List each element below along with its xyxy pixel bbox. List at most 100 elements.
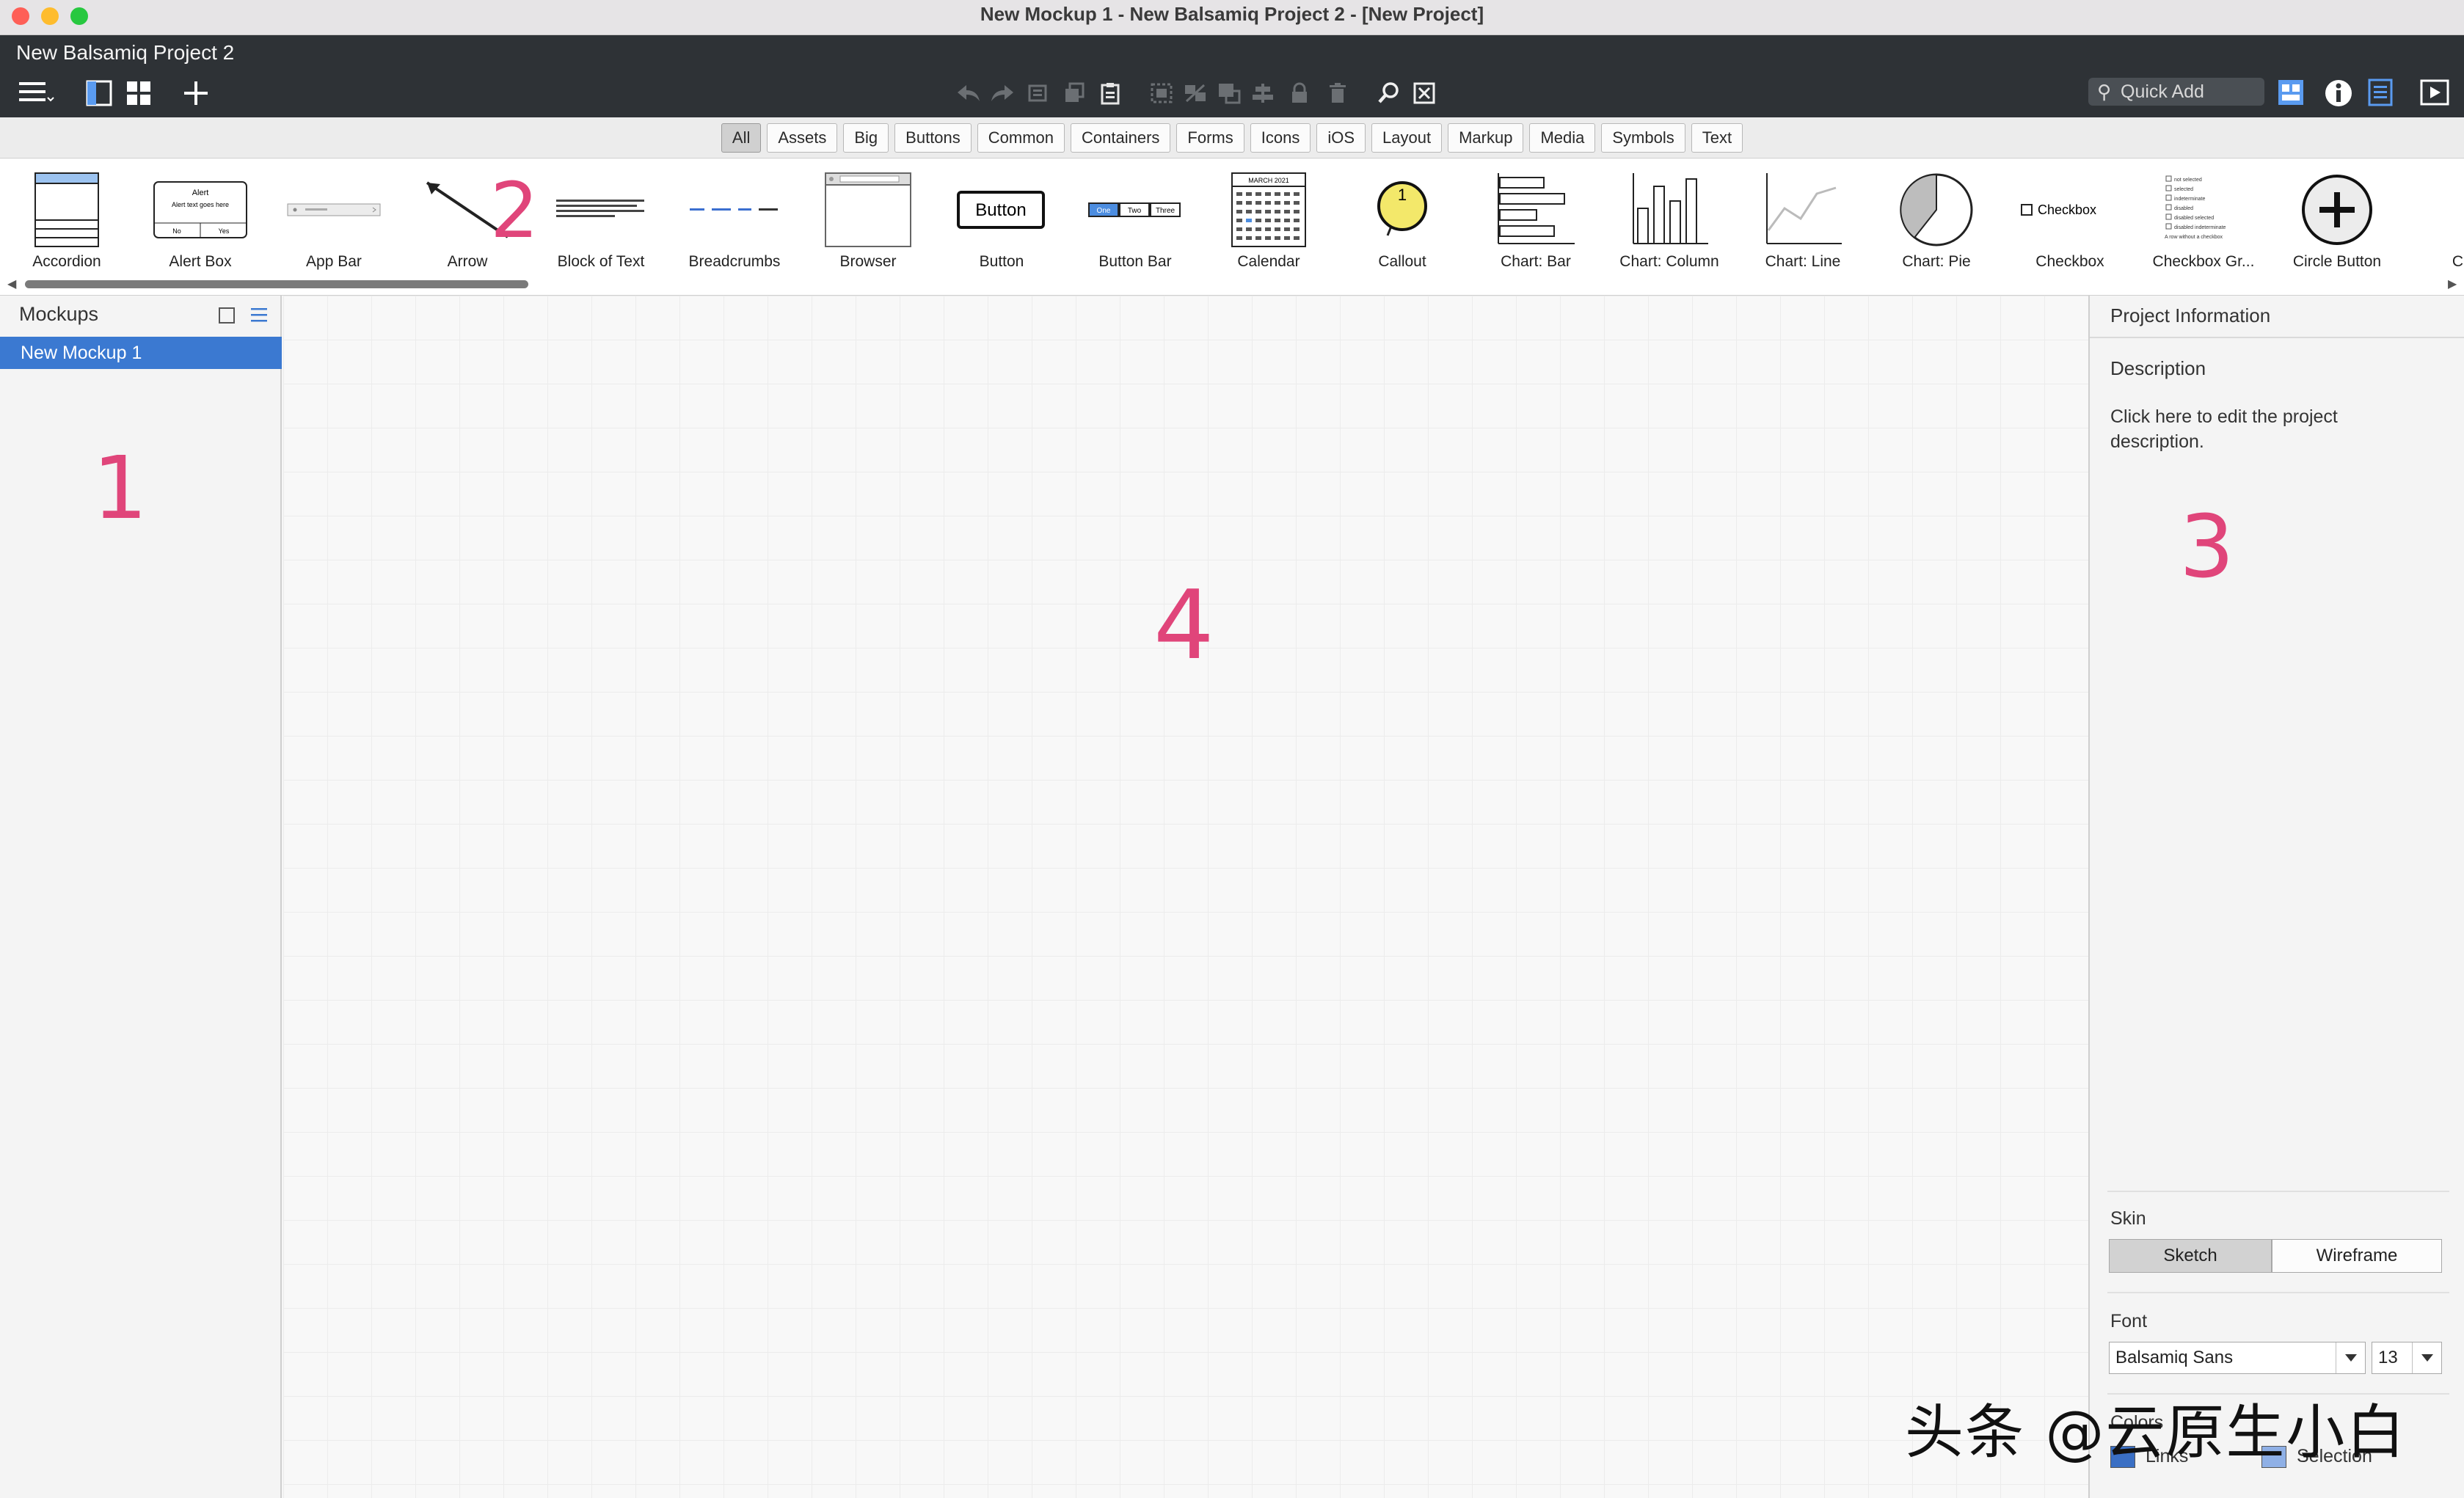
library-item[interactable]: Block of Text bbox=[534, 159, 668, 284]
group-icon[interactable] bbox=[1149, 81, 1174, 106]
library-item-label: Circle Button bbox=[2292, 253, 2382, 270]
filter-tab[interactable]: Markup bbox=[1448, 123, 1524, 153]
presentation-mode-icon[interactable] bbox=[2419, 78, 2451, 107]
filter-tab[interactable]: Media bbox=[1529, 123, 1596, 153]
trash-icon[interactable] bbox=[1327, 81, 1349, 106]
add-mockup-icon[interactable] bbox=[181, 78, 211, 109]
library-item[interactable]: Alert Alert text goes here No Yes Alert Box bbox=[134, 159, 267, 284]
library-item[interactable]: App Bar bbox=[267, 159, 401, 284]
project-name: New Balsamiq Project 2 bbox=[16, 41, 235, 64]
filter-tab[interactable]: Text bbox=[1691, 123, 1743, 153]
list-view-icon[interactable] bbox=[249, 306, 269, 324]
undo-icon[interactable] bbox=[955, 81, 982, 106]
description-label: Description bbox=[2110, 357, 2206, 379]
app-bar-thumbnail bbox=[267, 167, 401, 253]
library-item[interactable]: Chart: Column bbox=[1603, 159, 1736, 284]
library-item-label: Button bbox=[979, 253, 1024, 270]
browser-thumbnail bbox=[801, 167, 935, 253]
ui-library-strip: Color Circle Button not selected selected in… bbox=[0, 159, 2464, 296]
library-item[interactable]: Browser bbox=[801, 159, 935, 284]
full-screen-icon[interactable] bbox=[1412, 81, 1437, 106]
pie-chart-thumbnail bbox=[1870, 167, 2003, 253]
scroll-right-icon[interactable]: ▶ bbox=[2448, 277, 2457, 291]
filter-tab[interactable]: All bbox=[721, 123, 762, 153]
library-item[interactable]: One Two Three Button Bar bbox=[1068, 159, 1202, 284]
mockup-list-item[interactable]: New Mockup 1 bbox=[0, 337, 282, 369]
chevron-down-icon bbox=[2412, 1342, 2441, 1373]
library-item[interactable]: Checkbox Checkbox bbox=[2003, 159, 2137, 284]
properties-panel-icon[interactable] bbox=[2366, 78, 2395, 107]
mockups-panel-title: Mockups bbox=[19, 303, 99, 325]
align-icon[interactable] bbox=[1250, 81, 1275, 106]
search-icon: ⚲ bbox=[2097, 81, 2112, 103]
ungroup-icon[interactable] bbox=[1183, 81, 1208, 106]
library-item[interactable]: Breadcrumbs bbox=[668, 159, 801, 284]
mockup-canvas[interactable] bbox=[283, 296, 2088, 1498]
svg-text:Button: Button bbox=[975, 200, 1026, 220]
library-item[interactable]: not selected selected indeterminate disable… bbox=[2137, 159, 2270, 284]
filter-tab[interactable]: Assets bbox=[767, 123, 838, 153]
library-item-label: Button Bar bbox=[1098, 253, 1172, 270]
library-item-label: Chart: Pie bbox=[1902, 253, 1971, 270]
library-item[interactable]: Circle Button bbox=[2270, 159, 2404, 284]
filter-tab[interactable]: Big bbox=[843, 123, 889, 153]
scroll-left-icon[interactable]: ◀ bbox=[7, 277, 16, 291]
ui-library-icon[interactable] bbox=[2276, 78, 2306, 107]
annotation-2: 2 bbox=[490, 166, 539, 255]
font-size-select[interactable]: 13 bbox=[2372, 1342, 2442, 1374]
filter-tab[interactable]: Layout bbox=[1371, 123, 1443, 153]
library-item-label: App Bar bbox=[306, 253, 362, 270]
checkbox-thumbnail: Checkbox bbox=[2003, 167, 2137, 253]
library-item[interactable]: Color bbox=[2404, 159, 2464, 284]
project-description[interactable]: Click here to edit the project descripti… bbox=[2110, 404, 2433, 454]
thumbnail-view-icon[interactable] bbox=[219, 307, 235, 324]
svg-text:1: 1 bbox=[1398, 186, 1407, 204]
annotation-1: 1 bbox=[92, 437, 148, 538]
svg-text:Two: Two bbox=[1128, 207, 1142, 215]
mockups-panel-header: Mockups bbox=[0, 296, 280, 332]
skin-sketch-button[interactable]: Sketch bbox=[2109, 1239, 2272, 1273]
library-item[interactable]: Accordion bbox=[0, 159, 134, 284]
library-item[interactable]: Button Button bbox=[935, 159, 1068, 284]
filter-tab[interactable]: Common bbox=[977, 123, 1065, 153]
svg-text:not selected: not selected bbox=[2174, 178, 2202, 183]
accordion-thumbnail bbox=[0, 167, 134, 253]
filter-tab[interactable]: iOS bbox=[1316, 123, 1366, 153]
quick-add-placeholder: Quick Add bbox=[2121, 81, 2204, 102]
font-family-select[interactable]: Balsamiq Sans bbox=[2109, 1342, 2366, 1374]
menu-icon[interactable] bbox=[16, 78, 56, 107]
library-item-label: Chart: Bar bbox=[1501, 253, 1571, 270]
library-item[interactable]: Chart: Pie bbox=[1870, 159, 2003, 284]
info-icon[interactable] bbox=[2323, 78, 2354, 109]
font-label: Font bbox=[2110, 1311, 2148, 1331]
skin-wireframe-button[interactable]: Wireframe bbox=[2272, 1239, 2442, 1273]
library-item[interactable]: Chart: Line bbox=[1736, 159, 1870, 284]
filter-tab[interactable]: Forms bbox=[1176, 123, 1244, 153]
library-scrollbar[interactable] bbox=[25, 280, 528, 288]
library-item[interactable]: MARCH 2021 Calendar bbox=[1202, 159, 1335, 284]
arrange-icon[interactable] bbox=[1217, 81, 1242, 106]
filter-tab[interactable]: Containers bbox=[1071, 123, 1171, 153]
library-item-label: Browser bbox=[839, 253, 897, 270]
paste-icon[interactable] bbox=[1098, 81, 1123, 106]
block-of-text-thumbnail bbox=[534, 167, 668, 253]
filter-tab[interactable]: Symbols bbox=[1601, 123, 1685, 153]
svg-text:indeterminate: indeterminate bbox=[2174, 197, 2206, 202]
copy-icon[interactable] bbox=[1062, 81, 1087, 106]
redo-icon[interactable] bbox=[989, 81, 1016, 106]
grid-view-icon[interactable] bbox=[125, 79, 153, 107]
quick-add-input[interactable]: ⚲ Quick Add bbox=[2088, 78, 2264, 106]
filter-tab[interactable]: Buttons bbox=[894, 123, 972, 153]
find-icon[interactable] bbox=[1377, 81, 1402, 106]
library-item[interactable]: Chart: Bar bbox=[1469, 159, 1603, 284]
filter-tab[interactable]: Icons bbox=[1250, 123, 1311, 153]
library-item[interactable]: 1 Callout bbox=[1335, 159, 1469, 284]
lock-icon[interactable] bbox=[1289, 81, 1311, 106]
svg-text:Alert: Alert bbox=[192, 189, 209, 197]
svg-text:Alert text goes here: Alert text goes here bbox=[172, 201, 229, 208]
library-item-label: Calendar bbox=[1237, 253, 1300, 270]
annotation-3: 3 bbox=[2179, 496, 2235, 597]
library-item-label: Breadcrumbs bbox=[688, 253, 781, 270]
navigator-view-icon[interactable] bbox=[85, 79, 113, 107]
cut-icon[interactable] bbox=[1026, 81, 1051, 106]
